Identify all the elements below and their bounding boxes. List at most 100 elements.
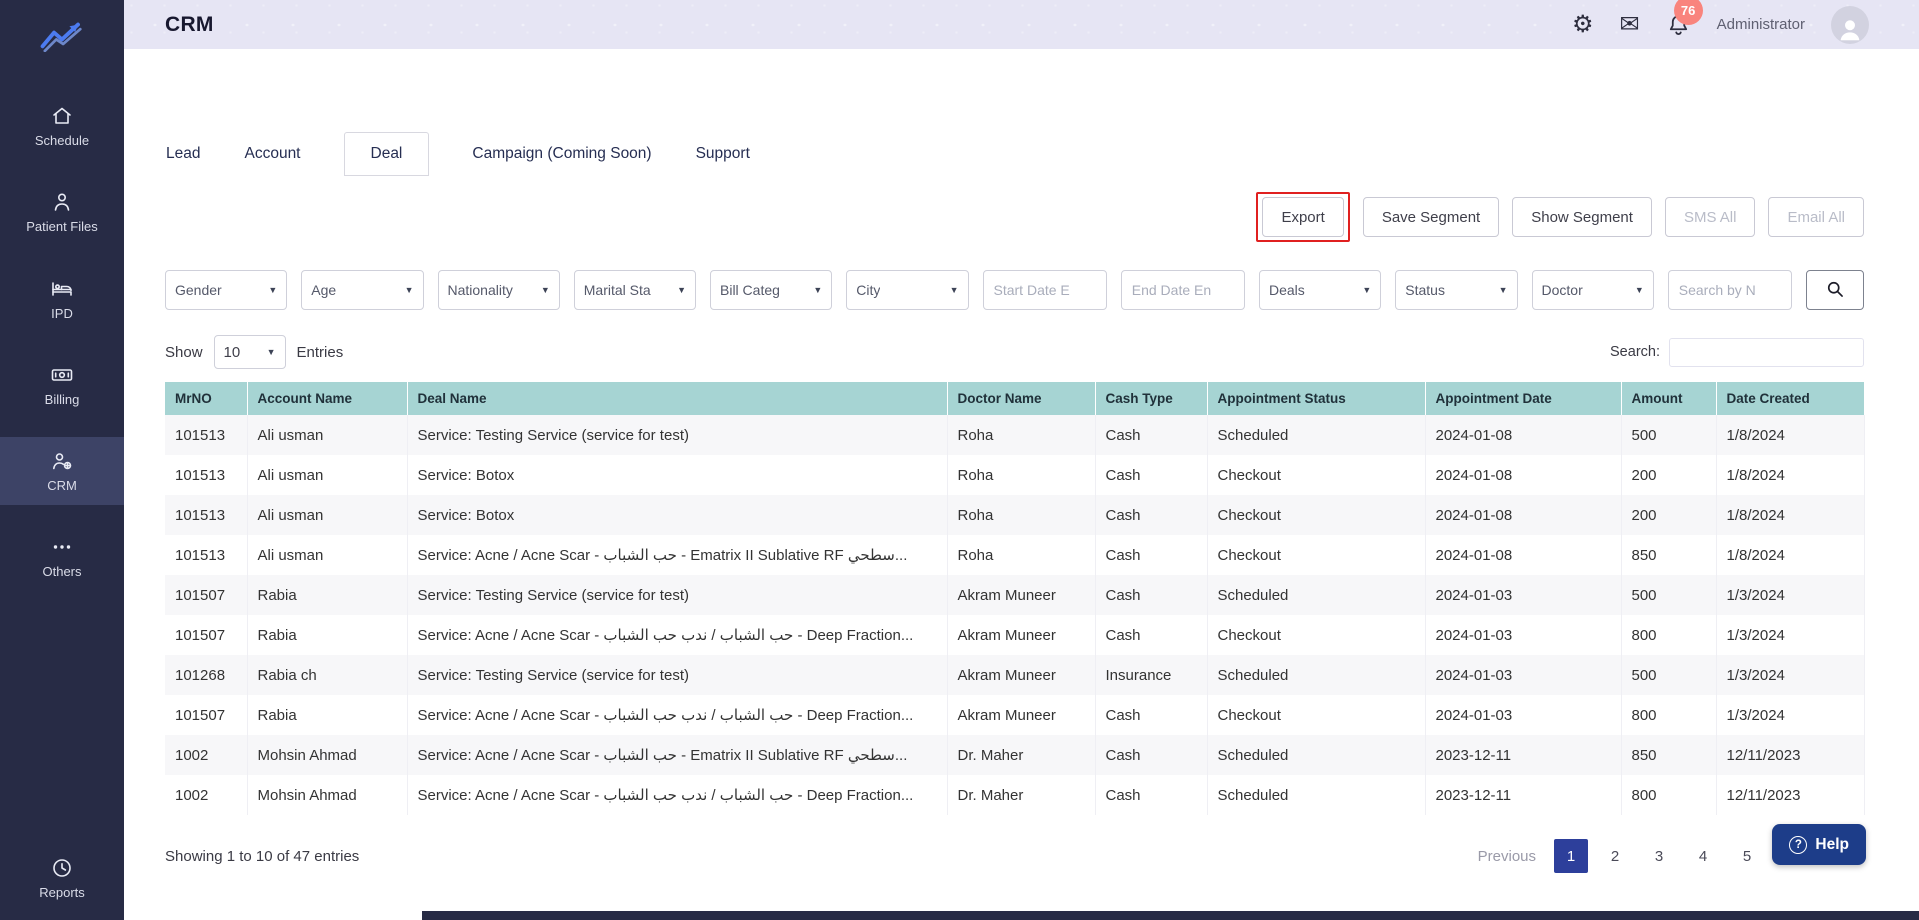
column-header[interactable]: Amount	[1621, 382, 1717, 415]
page-number-5[interactable]: 5	[1730, 839, 1764, 873]
cell-account-name: Ali usman	[247, 535, 408, 575]
table-row: 101507 Rabia Service: Testing Service (s…	[165, 575, 1865, 615]
cell-appointment-status: Scheduled	[1207, 655, 1426, 695]
column-header[interactable]: Deal Name	[407, 382, 948, 415]
export-button[interactable]: Export	[1262, 197, 1344, 237]
sidebar-item-patient-files[interactable]: Patient Files	[0, 178, 124, 246]
sidebar-item-reports[interactable]: Reports	[0, 844, 124, 912]
sms-all-button[interactable]: SMS All	[1664, 197, 1756, 237]
page-number-4[interactable]: 4	[1686, 839, 1720, 873]
filter-search-button[interactable]	[1806, 270, 1864, 310]
tab-lead[interactable]: Lead	[165, 132, 201, 176]
tab-account[interactable]: Account	[243, 132, 301, 176]
cell-mrno: 101513	[165, 455, 248, 495]
cell-appointment-status: Checkout	[1207, 535, 1426, 575]
page-size-select[interactable]: 10 ▼	[213, 335, 286, 369]
tab-support[interactable]: Support	[695, 132, 751, 176]
sidebar-item-crm[interactable]: CRM	[0, 437, 124, 506]
column-header[interactable]: Doctor Name	[947, 382, 1096, 415]
cell-date-created: 1/8/2024	[1716, 455, 1865, 495]
cell-appointment-date: 2024-01-03	[1425, 615, 1622, 655]
tab-label: Account	[244, 145, 301, 162]
cell-doctor-name: Roha	[947, 455, 1096, 495]
deals-filter-dropdown[interactable]: Deals ▼	[1259, 270, 1382, 310]
column-header[interactable]: Appointment Date	[1425, 382, 1622, 415]
user-menu-label[interactable]: Administrator	[1717, 16, 1805, 33]
tab-campaign[interactable]: Campaign (Coming Soon)	[471, 132, 652, 176]
table-row: 101268 Rabia ch Service: Testing Service…	[165, 655, 1865, 695]
city-filter-dropdown[interactable]: City ▼	[846, 270, 969, 310]
cell-deal-name: Service: Botox	[407, 495, 948, 535]
cell-deal-name: Service: Acne / Acne Scar - حب الشباب / …	[407, 775, 948, 815]
cell-date-created: 1/3/2024	[1716, 695, 1865, 735]
table-row: 1002 Mohsin Ahmad Service: Acne / Acne S…	[165, 775, 1865, 815]
table-row: 101507 Rabia Service: Acne / Acne Scar -…	[165, 695, 1865, 735]
page-number-3[interactable]: 3	[1642, 839, 1676, 873]
column-header[interactable]: Appointment Status	[1207, 382, 1426, 415]
app-logo[interactable]	[0, 12, 124, 64]
search-by-name-input[interactable]	[1667, 270, 1792, 310]
cell-deal-name: Service: Acne / Acne Scar - حب الشباب / …	[407, 615, 948, 655]
cell-mrno: 101507	[165, 575, 248, 615]
sidebar-item-ipd[interactable]: IPD	[0, 265, 124, 333]
help-button[interactable]: ? Help	[1772, 824, 1866, 865]
column-header[interactable]: MrNO	[165, 382, 248, 415]
previous-page-link[interactable]: Previous	[1470, 842, 1544, 871]
cell-doctor-name: Roha	[947, 495, 1096, 535]
page-number-1[interactable]: 1	[1554, 839, 1588, 873]
cell-mrno: 101507	[165, 615, 248, 655]
filter-label: Status	[1405, 282, 1445, 298]
person-icon	[50, 190, 74, 214]
chevron-down-icon: ▼	[266, 347, 276, 357]
app-root: Schedule Patient Files IPD Billing CRM O…	[0, 0, 1919, 920]
cell-mrno: 101513	[165, 535, 248, 575]
column-header[interactable]: Date Created	[1716, 382, 1865, 415]
logo-chart-icon	[39, 20, 85, 57]
cell-cash-type: Cash	[1095, 695, 1208, 735]
cell-deal-name: Service: Acne / Acne Scar - حب الشباب - …	[407, 735, 948, 775]
user-avatar[interactable]	[1831, 5, 1869, 44]
settings-gear-icon[interactable]: ⚙	[1572, 12, 1594, 37]
cell-deal-name: Service: Acne / Acne Scar - حب الشباب / …	[407, 695, 948, 735]
sidebar-nav: Schedule Patient Files IPD Billing CRM O…	[0, 92, 124, 920]
cell-doctor-name: Dr. Maher	[947, 775, 1096, 815]
cell-appointment-date: 2024-01-03	[1425, 695, 1622, 735]
tab-deal[interactable]: Deal	[343, 132, 430, 176]
sidebar-item-label: Billing	[44, 391, 80, 407]
sidebar-item-schedule[interactable]: Schedule	[0, 92, 124, 160]
cell-appointment-date: 2024-01-03	[1425, 655, 1622, 695]
entries-label: Entries	[296, 343, 344, 361]
cell-appointment-date: 2023-12-11	[1425, 735, 1622, 775]
doctor-filter-dropdown[interactable]: Doctor ▼	[1531, 270, 1654, 310]
mail-icon[interactable]: ✉	[1620, 12, 1640, 37]
column-header[interactable]: Cash Type	[1095, 382, 1208, 415]
sidebar-item-billing[interactable]: Billing	[0, 351, 124, 419]
age-filter-dropdown[interactable]: Age ▼	[301, 270, 424, 310]
column-header[interactable]: Account Name	[247, 382, 408, 415]
save-segment-button[interactable]: Save Segment	[1362, 197, 1500, 237]
gender-filter-dropdown[interactable]: Gender ▼	[165, 270, 288, 310]
sidebar-item-others[interactable]: Others	[0, 523, 124, 591]
email-all-button[interactable]: Email All	[1768, 197, 1864, 237]
table-search-input[interactable]	[1669, 337, 1864, 367]
cell-cash-type: Cash	[1095, 735, 1208, 775]
filter-label: Deals	[1269, 282, 1305, 298]
end-date-input[interactable]	[1120, 270, 1245, 310]
status-filter-dropdown[interactable]: Status ▼	[1395, 270, 1518, 310]
export-highlight-annotation: Export	[1256, 192, 1350, 242]
cell-mrno: 101507	[165, 695, 248, 735]
marital-status-filter-dropdown[interactable]: Marital Sta ▼	[573, 270, 696, 310]
filter-label: Age	[311, 282, 337, 298]
page-number-2[interactable]: 2	[1598, 839, 1632, 873]
notifications-bell-icon[interactable]: 76	[1666, 0, 1703, 37]
cell-amount: 500	[1621, 415, 1717, 455]
crm-tabs: Lead Account Deal Campaign (Coming Soon)…	[165, 132, 1864, 176]
cell-cash-type: Cash	[1095, 775, 1208, 815]
bill-category-filter-dropdown[interactable]: Bill Categ ▼	[710, 270, 833, 310]
nationality-filter-dropdown[interactable]: Nationality ▼	[437, 270, 560, 310]
show-segment-button[interactable]: Show Segment	[1512, 197, 1652, 237]
cell-doctor-name: Akram Muneer	[947, 615, 1096, 655]
cell-doctor-name: Roha	[947, 535, 1096, 575]
table-row: 1002 Mohsin Ahmad Service: Acne / Acne S…	[165, 735, 1865, 775]
start-date-input[interactable]	[982, 270, 1107, 310]
